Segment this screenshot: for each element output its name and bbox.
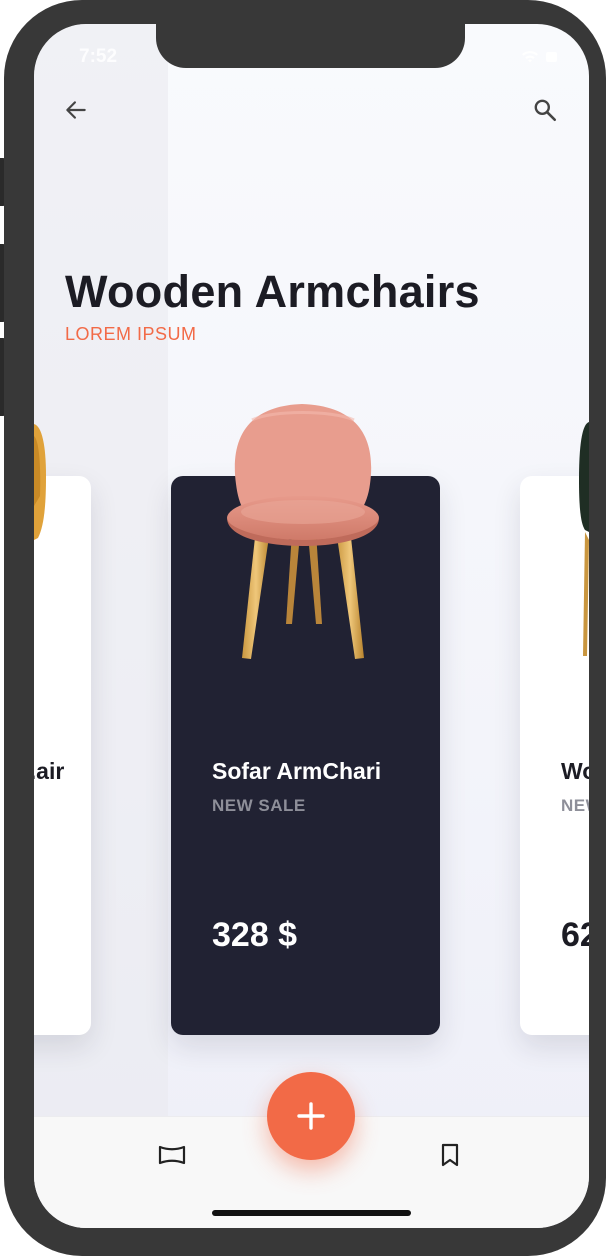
card-name: Wo <box>561 758 589 784</box>
search-button[interactable] <box>523 88 567 132</box>
search-icon <box>534 99 557 122</box>
card-tag: NEW SALE <box>212 796 306 815</box>
device-notch <box>156 24 465 68</box>
product-card-previous[interactable]: ...air <box>34 476 91 1035</box>
wifi-icon <box>522 50 538 63</box>
tab-panorama[interactable] <box>150 1133 194 1177</box>
chair-image-yellow <box>34 424 46 540</box>
phone-frame: 7:52 Wooden Armchairs LOREM IPSUM air So… <box>4 0 606 1256</box>
phone-device: 7:52 Wooden Armchairs LOREM IPSUM air So… <box>0 0 610 1258</box>
page-title: Wooden Armchairs <box>65 266 480 317</box>
panorama-icon <box>158 1145 186 1165</box>
home-indicator <box>212 1210 411 1216</box>
battery-icon <box>546 52 557 62</box>
tab-bookmark[interactable] <box>428 1133 472 1177</box>
add-button[interactable] <box>267 1072 355 1160</box>
card-name: ...air <box>34 758 65 784</box>
app-screen: 7:52 Wooden Armchairs LOREM IPSUM air So… <box>34 24 589 1228</box>
card-tag: NEW <box>561 796 589 815</box>
status-icons <box>521 50 559 64</box>
card-price: 62 <box>561 916 589 954</box>
back-button[interactable] <box>54 88 98 132</box>
chair-image-green <box>579 422 589 656</box>
status-time: 7:52 <box>79 46 118 67</box>
card-price: 328 $ <box>212 916 298 954</box>
arrow-back-icon <box>66 101 86 119</box>
page-subtitle: LOREM IPSUM <box>65 324 197 344</box>
plus-icon <box>297 1102 325 1130</box>
card-name: Sofar ArmChari <box>212 758 382 784</box>
chair-image-pink <box>227 404 379 659</box>
bookmark-icon <box>441 1143 459 1167</box>
